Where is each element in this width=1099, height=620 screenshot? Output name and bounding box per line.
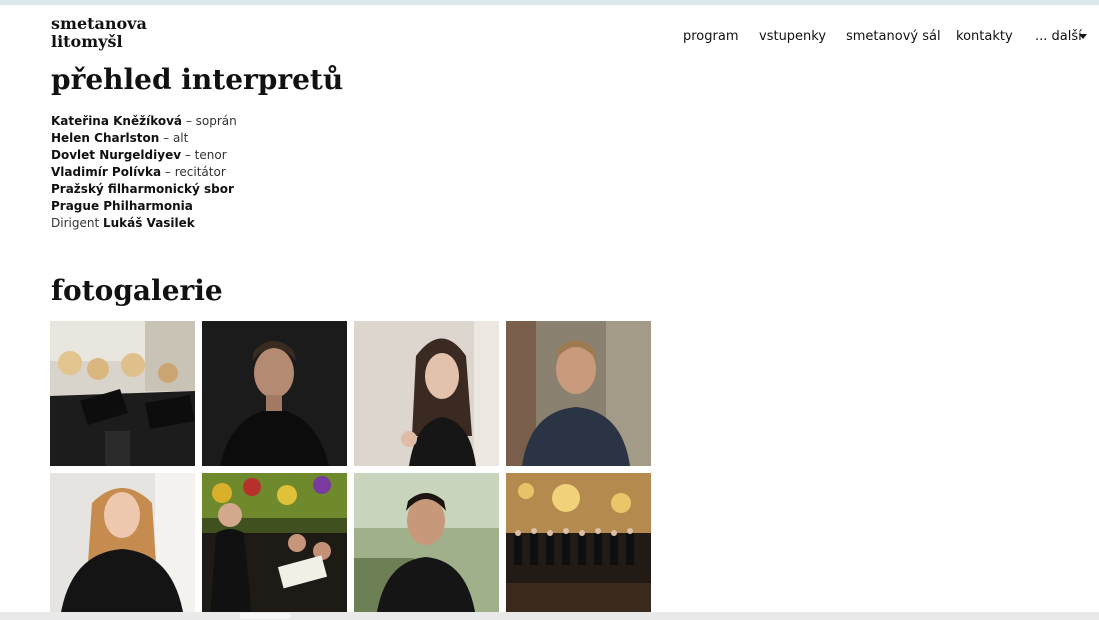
nav-more[interactable]: ... další bbox=[1035, 29, 1082, 45]
gallery-title: fotogalerie bbox=[51, 274, 223, 307]
logo-line-2: litomyšl bbox=[51, 32, 123, 51]
gallery-photo-choir-conductor[interactable] bbox=[202, 473, 347, 618]
gallery-photo-man-wall[interactable] bbox=[506, 321, 651, 466]
gallery-photo-woman-light[interactable] bbox=[354, 321, 499, 466]
performers-list: Kateřina Kněžíková – soprán Helen Charls… bbox=[51, 113, 237, 232]
performer-name: Vladimír Polívka bbox=[51, 165, 162, 179]
performer-name: Pražský filharmonický sbor bbox=[51, 182, 234, 196]
performer-row: Vladimír Polívka – recitátor bbox=[51, 164, 237, 181]
performer-name: Dovlet Nurgeldiyev bbox=[51, 148, 182, 162]
performer-row: Kateřina Kněžíková – soprán bbox=[51, 113, 237, 130]
horizontal-scrollbar[interactable] bbox=[0, 612, 1099, 620]
performer-role: – tenor bbox=[181, 148, 227, 162]
performers-title: přehled interpretů bbox=[51, 63, 344, 96]
performer-name: Kateřina Kněžíková bbox=[51, 114, 183, 128]
gallery-photo-choir-women[interactable] bbox=[50, 321, 195, 466]
performer-role: – alt bbox=[159, 131, 189, 145]
chevron-down-icon[interactable] bbox=[1079, 34, 1087, 39]
performer-row: Dovlet Nurgeldiyev – tenor bbox=[51, 147, 237, 164]
gallery-photo-orchestra-hall[interactable] bbox=[506, 473, 651, 618]
gallery-photo-woman-black-dress[interactable] bbox=[50, 473, 195, 618]
performer-row: Prague Philharmonia bbox=[51, 198, 237, 215]
gallery-photo-man-dark[interactable] bbox=[202, 321, 347, 466]
performer-row: Pražský filharmonický sbor bbox=[51, 181, 237, 198]
logo-line-1: smetanova bbox=[51, 14, 147, 33]
site-logo[interactable]: smetanova litomyšl bbox=[51, 15, 147, 51]
performer-name: Lukáš Vasilek bbox=[102, 216, 195, 230]
top-accent-line bbox=[0, 0, 1099, 5]
nav-vstupenky[interactable]: vstupenky bbox=[759, 29, 826, 45]
performer-row: Helen Charlston – alt bbox=[51, 130, 237, 147]
gallery-photo-man-outdoor[interactable] bbox=[354, 473, 499, 618]
nav-smetanovy-sal[interactable]: smetanový sál bbox=[846, 29, 941, 45]
performer-role: – soprán bbox=[182, 114, 237, 128]
nav-program[interactable]: program bbox=[683, 29, 739, 45]
performer-row: Dirigent Lukáš Vasilek bbox=[51, 215, 237, 232]
performer-role: – recitátor bbox=[161, 165, 226, 179]
scrollbar-thumb[interactable] bbox=[240, 613, 290, 619]
performer-name: Prague Philharmonia bbox=[51, 199, 193, 213]
nav-kontakty[interactable]: kontakty bbox=[956, 29, 1013, 45]
performer-name: Helen Charlston bbox=[51, 131, 160, 145]
performer-prefix: Dirigent bbox=[51, 216, 103, 230]
